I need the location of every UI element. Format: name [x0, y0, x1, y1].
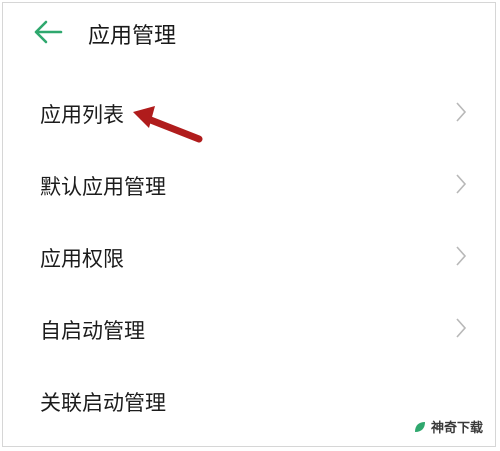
menu-item-label: 自启动管理 [40, 319, 145, 343]
annotation-arrow-icon [133, 106, 203, 143]
arrow-left-icon[interactable] [33, 19, 63, 45]
page-title: 应用管理 [88, 24, 177, 49]
header-bar: 应用管理 [3, 3, 495, 65]
chevron-right-icon [456, 318, 467, 338]
watermark-text: 神奇下载 [430, 421, 483, 436]
menu-item-label: 默认应用管理 [40, 175, 166, 199]
leaf-logo-icon [414, 421, 425, 432]
menu-item-label: 应用权限 [40, 247, 124, 271]
menu-item-app-list[interactable]: 应用列表 [3, 77, 495, 149]
menu-list: 应用列表 默认应用管理 应用权限 自启动管理 关联启动管理 [3, 77, 495, 437]
menu-item-autostart[interactable]: 自启动管理 [3, 293, 495, 365]
menu-item-label: 关联启动管理 [40, 391, 166, 415]
chevron-right-icon [456, 102, 467, 122]
app-management-screen: 应用管理 应用列表 默认应用管理 应用权限 自启动管理 关联启动管理 神奇下载 [2, 2, 496, 447]
chevron-right-icon [456, 174, 467, 194]
menu-item-default-apps[interactable]: 默认应用管理 [3, 149, 495, 221]
chevron-right-icon [456, 246, 467, 266]
watermark: 神奇下载 [413, 417, 483, 436]
menu-item-label: 应用列表 [40, 103, 124, 127]
menu-item-app-permissions[interactable]: 应用权限 [3, 221, 495, 293]
